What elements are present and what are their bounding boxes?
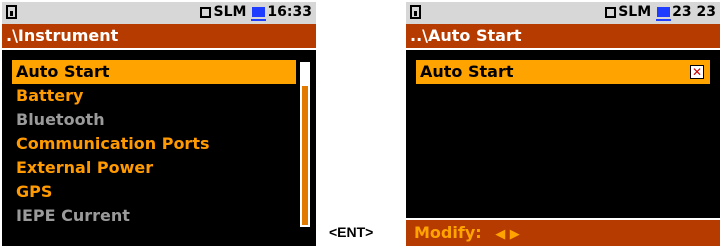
option-label: Auto Start <box>420 62 514 81</box>
mode-label: SLM <box>213 4 247 20</box>
status-indicators: SLM 16:33 <box>200 4 312 21</box>
modify-label: Modify: <box>414 223 482 242</box>
menu-item-bluetooth: Bluetooth <box>16 110 105 129</box>
menu-path: .\Instrument <box>2 24 316 50</box>
battery-icon <box>410 5 421 19</box>
auto-start-screen: SLM 23 23 ..\Auto Start Auto Start ✕ Mod… <box>404 0 722 248</box>
menu-item-battery[interactable]: Battery <box>12 84 296 108</box>
option-list: Auto Start ✕ <box>416 60 710 84</box>
mode-square-icon <box>605 6 617 18</box>
menu-list: Auto Start Battery Bluetooth Communicati… <box>12 60 296 228</box>
instrument-menu-screen: SLM 16:33 .\Instrument Auto Start Batter… <box>0 0 318 248</box>
option-auto-start[interactable]: Auto Start ✕ <box>416 60 710 84</box>
menu-item-external-power[interactable]: External Power <box>12 156 296 180</box>
modify-bar: Modify: ◀ ▶ <box>406 218 720 246</box>
enter-key-label: <ENT> <box>329 224 374 240</box>
clock: 23 23 <box>672 4 716 20</box>
menu-item-auto-start[interactable]: Auto Start <box>12 60 296 84</box>
mode-square-icon <box>200 6 212 18</box>
status-bar: SLM 23 23 <box>406 2 720 24</box>
battery-icon <box>6 5 17 19</box>
mode-label: SLM <box>618 4 652 20</box>
unchecked-x-icon[interactable]: ✕ <box>690 65 704 79</box>
menu-scrollbar[interactable] <box>300 62 310 227</box>
menu-item-iepe-current: IEPE Current <box>16 206 130 225</box>
scrollbar-thumb[interactable] <box>302 64 308 86</box>
monitor-icon <box>251 7 267 21</box>
menu-item-gps[interactable]: GPS <box>12 180 296 204</box>
left-right-arrows-icon: ◀ ▶ <box>495 227 520 242</box>
menu-path: ..\Auto Start <box>406 24 720 50</box>
menu-item-communication-ports[interactable]: Communication Ports <box>12 132 296 156</box>
monitor-icon <box>656 7 672 21</box>
status-bar: SLM 16:33 <box>2 2 316 24</box>
status-indicators: SLM 23 23 <box>605 4 716 21</box>
clock: 16:33 <box>267 4 312 20</box>
